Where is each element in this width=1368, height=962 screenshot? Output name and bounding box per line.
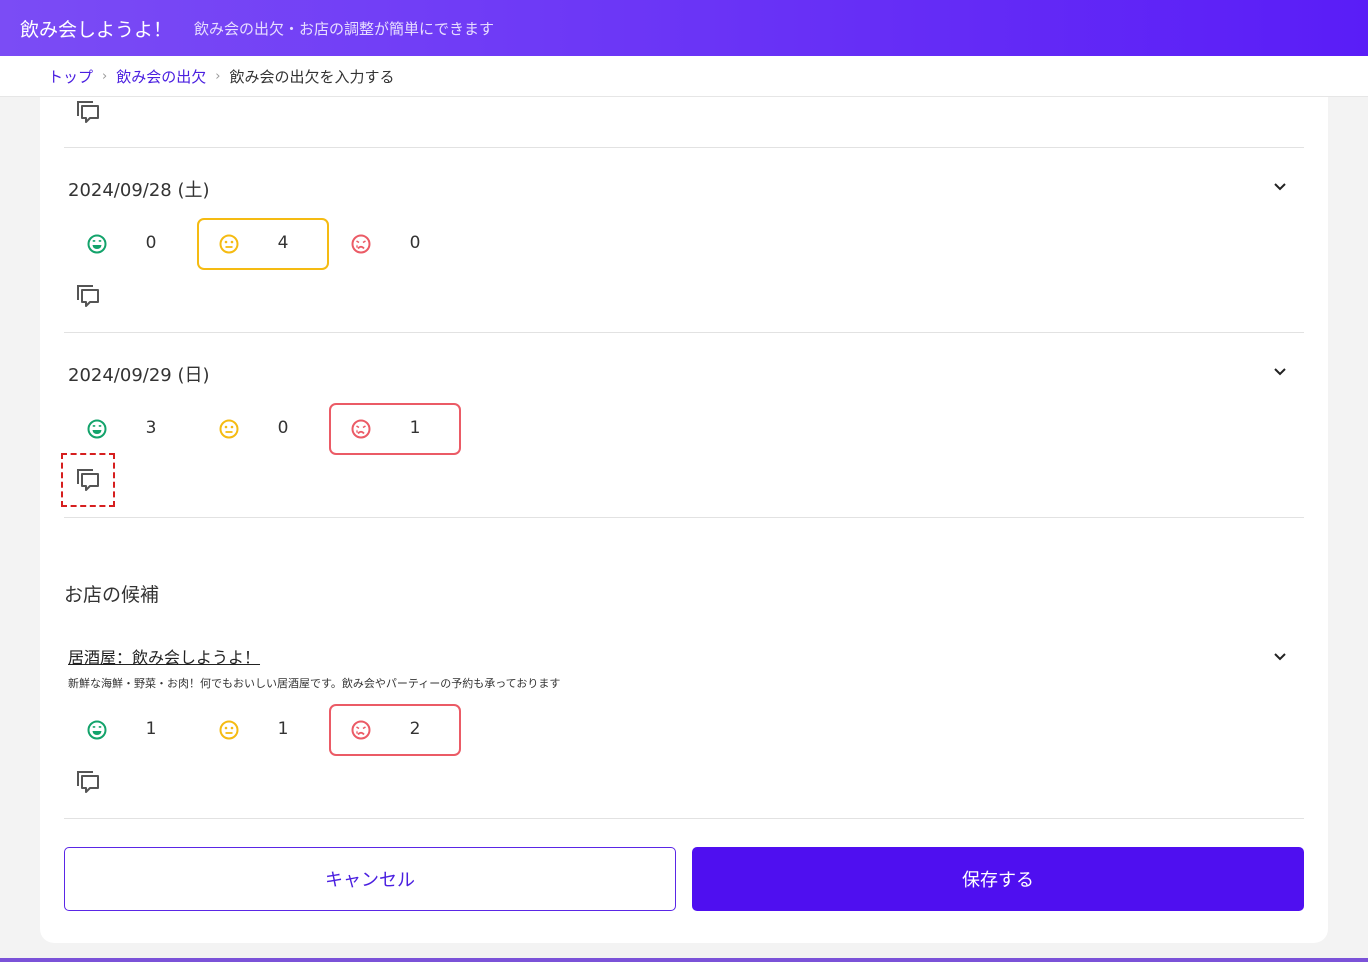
sad-face-icon [351, 720, 371, 740]
vote-no-count: 0 [409, 233, 421, 253]
date-row-previous [64, 97, 1304, 148]
comment-icon[interactable] [61, 453, 115, 507]
breadcrumb-separator-icon: › [215, 68, 221, 84]
vote-maybe-button[interactable]: 4 [197, 218, 329, 270]
vote-maybe-button[interactable]: 1 [197, 704, 329, 756]
vote-ok-count: 0 [145, 233, 157, 253]
breadcrumb: トップ › 飲み会の出欠 › 飲み会の出欠を入力する [0, 56, 1368, 97]
app-title[interactable]: 飲み会しようよ！ [20, 15, 172, 42]
vote-no-count: 2 [409, 719, 421, 739]
chevron-down-icon[interactable] [1272, 648, 1288, 664]
breadcrumb-current: 飲み会の出欠を入力する [229, 67, 395, 86]
app-subtitle: 飲み会の出欠・お店の調整が簡単にできます [194, 19, 495, 38]
comment-icon[interactable] [75, 769, 101, 795]
vote-ok-count: 3 [145, 418, 157, 438]
neutral-face-icon [219, 419, 239, 439]
shop-name-link[interactable]: 居酒屋：飲み会しようよ！ [68, 644, 260, 668]
neutral-face-icon [219, 234, 239, 254]
breadcrumb-top-link[interactable]: トップ [48, 66, 93, 87]
save-button[interactable]: 保存する [692, 847, 1304, 911]
cancel-button[interactable]: キャンセル [64, 847, 676, 911]
vote-ok-button[interactable]: 3 [65, 403, 197, 455]
sad-face-icon [351, 419, 371, 439]
date-label: 2024/09/29 (日) [68, 365, 210, 386]
shop-description: 新鮮な海鮮・野菜・お肉！何でもおいしい居酒屋です。飲み会やパーティーの予約も承っ… [68, 677, 561, 690]
comment-icon[interactable] [75, 99, 101, 125]
vote-no-button[interactable]: 0 [329, 218, 461, 270]
vote-maybe-button[interactable]: 0 [197, 403, 329, 455]
date-row: 2024/09/28 (土) 0 4 0 [64, 147, 1304, 333]
chevron-down-icon[interactable] [1272, 363, 1288, 379]
vote-no-button[interactable]: 1 [329, 403, 461, 455]
vote-ok-count: 1 [145, 719, 157, 739]
breadcrumb-separator-icon: › [102, 68, 108, 84]
vote-no-button[interactable]: 2 [329, 704, 461, 756]
vote-no-count: 1 [409, 418, 421, 438]
date-row: 2024/09/29 (日) 3 0 1 [61, 332, 1304, 518]
comment-icon[interactable] [75, 283, 101, 309]
bottom-bar [0, 958, 1368, 962]
breadcrumb-attendance-link[interactable]: 飲み会の出欠 [116, 66, 206, 87]
smile-face-icon [87, 234, 107, 254]
app-header: 飲み会しようよ！ 飲み会の出欠・お店の調整が簡単にできます [0, 0, 1368, 56]
smile-face-icon [87, 419, 107, 439]
vote-maybe-count: 0 [277, 418, 289, 438]
neutral-face-icon [219, 720, 239, 740]
smile-face-icon [87, 720, 107, 740]
vote-maybe-count: 4 [277, 233, 289, 253]
date-label: 2024/09/28 (土) [68, 180, 210, 201]
shops-section-title: お店の候補 [64, 584, 160, 606]
vote-ok-button[interactable]: 0 [65, 218, 197, 270]
vote-maybe-count: 1 [277, 719, 289, 739]
sad-face-icon [351, 234, 371, 254]
chevron-down-icon[interactable] [1272, 178, 1288, 194]
vote-ok-button[interactable]: 1 [65, 704, 197, 756]
